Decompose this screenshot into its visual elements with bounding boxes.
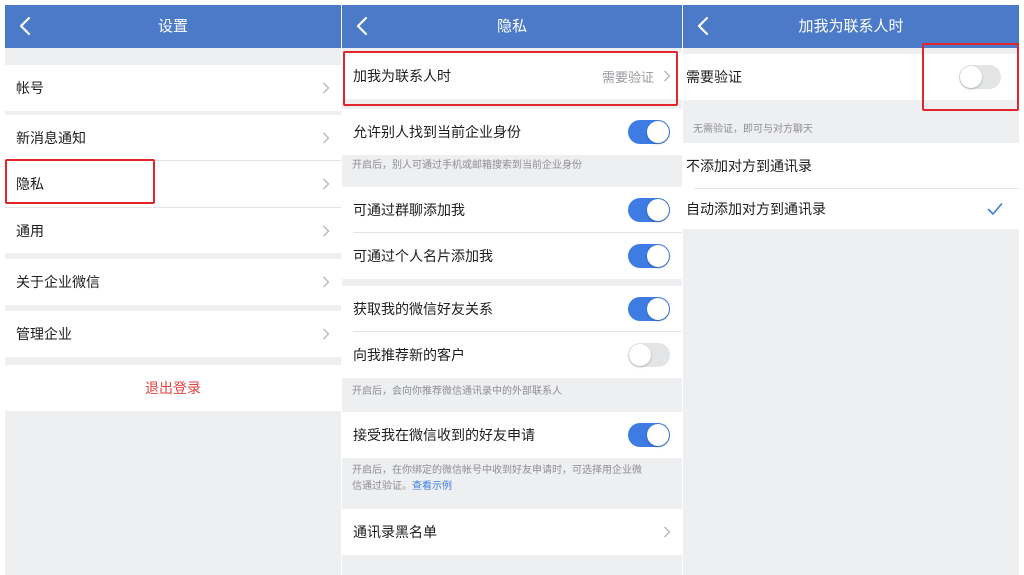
checkmark-icon [987, 202, 1003, 216]
settings-item-label: 新消息通知 [16, 131, 86, 147]
option-label: 自动添加对方到通讯录 [686, 202, 826, 218]
accept-note-line2: 信通过验证。 [352, 481, 412, 492]
add-me-label: 加我为联系人时 [353, 69, 451, 85]
option-label: 不添加对方到通讯录 [686, 159, 812, 175]
find-identity-toggle[interactable] [628, 120, 670, 144]
toggle-knob [629, 344, 651, 366]
chevron-right-icon [322, 178, 330, 190]
find-identity-row: 允许别人找到当前企业身份 [342, 109, 682, 155]
recommend-customers-label: 向我推荐新的客户 [353, 348, 465, 364]
chevron-left-icon [697, 17, 709, 35]
wechat-friends-toggle[interactable] [628, 297, 670, 321]
accept-note-line1: 开启后，在你绑定的微信帐号中收到好友申请时，可选择用企业微 [352, 465, 642, 476]
view-example-link[interactable]: 查看示例 [412, 481, 452, 492]
logout-label: 退出登录 [145, 381, 201, 397]
chevron-left-icon [356, 17, 368, 35]
settings-item-privacy[interactable]: 隐私 [5, 161, 341, 207]
add-via-card-toggle[interactable] [628, 244, 670, 268]
chevron-right-icon [663, 70, 671, 82]
toggle-knob [647, 199, 669, 221]
settings-item-about[interactable]: 关于企业微信 [5, 259, 341, 305]
add-via-card-row: 可通过个人名片添加我 [342, 233, 682, 279]
chevron-right-icon [322, 225, 330, 237]
chevron-right-icon [322, 132, 330, 144]
recommend-customers-row: 向我推荐新的客户 [342, 332, 682, 378]
settings-item-label: 帐号 [16, 81, 44, 97]
find-identity-label: 允许别人找到当前企业身份 [353, 125, 521, 141]
accept-requests-toggle[interactable] [628, 423, 670, 447]
blacklist-label: 通讯录黑名单 [353, 525, 437, 541]
add-contact-navbar: 加我为联系人时 [683, 5, 1019, 48]
logout-button[interactable]: 退出登录 [5, 365, 341, 411]
back-button[interactable] [693, 14, 713, 38]
add-me-as-contact-row[interactable]: 加我为联系人时 需要验证 [342, 53, 682, 99]
settings-item-manage-enterprise[interactable]: 管理企业 [5, 311, 341, 357]
recommend-customers-toggle[interactable] [628, 343, 670, 367]
settings-item-label: 关于企业微信 [16, 275, 100, 291]
back-button[interactable] [352, 14, 372, 38]
find-identity-note: 开启后，别人可通过手机或邮箱搜索到当前企业身份 [352, 160, 582, 171]
toggle-knob [647, 121, 669, 143]
add-me-value: 需要验证 [601, 70, 654, 86]
back-button[interactable] [15, 14, 35, 38]
option-auto-add-to-contacts[interactable]: 自动添加对方到通讯录 [683, 189, 1019, 229]
chevron-right-icon [322, 82, 330, 94]
option-no-add-to-contacts[interactable]: 不添加对方到通讯录 [683, 143, 1019, 189]
page-title: 隐私 [496, 17, 527, 35]
privacy-navbar: 隐私 [342, 5, 682, 48]
wechat-friends-row: 获取我的微信好友关系 [342, 286, 682, 332]
settings-item-label: 通用 [16, 223, 44, 240]
settings-navbar: 设置 [5, 5, 341, 48]
require-verification-toggle[interactable] [959, 65, 1001, 89]
settings-screen: 设置 帐号 新消息通知 隐私 通用 关于企业微信 管理企业 退出登录 [5, 5, 341, 575]
toggle-knob [647, 424, 669, 446]
settings-item-label: 隐私 [16, 177, 44, 193]
section-header: 无需验证，即可与对方聊天 [693, 124, 813, 135]
privacy-screen: 隐私 加我为联系人时 需要验证 允许别人找到当前企业身份 开启后，别人可通过手机… [342, 5, 682, 575]
require-verification-row: 需要验证 [683, 54, 1019, 100]
toggle-knob [647, 245, 669, 267]
wechat-friends-label: 获取我的微信好友关系 [353, 302, 493, 318]
add-via-group-label: 可通过群聊添加我 [353, 203, 465, 219]
toggle-knob [647, 298, 669, 320]
chevron-right-icon [322, 276, 330, 288]
add-via-group-row: 可通过群聊添加我 [342, 187, 682, 233]
page-title: 加我为联系人时 [798, 17, 904, 35]
accept-requests-label: 接受我在微信收到的好友申请 [353, 428, 535, 444]
accept-requests-row: 接受我在微信收到的好友申请 [342, 412, 682, 458]
settings-item-label: 管理企业 [16, 327, 72, 343]
toggle-knob [960, 66, 982, 88]
settings-item-notifications[interactable]: 新消息通知 [5, 115, 341, 161]
require-verification-label: 需要验证 [686, 70, 742, 86]
recommend-note: 开启后，会向你推荐微信通讯录中的外部联系人 [352, 386, 562, 397]
accept-requests-note: 开启后，在你绑定的微信帐号中收到好友申请时，可选择用企业微 信通过验证。查看示例 [352, 463, 672, 495]
add-contact-screen: 加我为联系人时 需要验证 无需验证，即可与对方聊天 不添加对方到通讯录 自动添加… [683, 5, 1019, 575]
chevron-right-icon [663, 526, 671, 538]
page-title: 设置 [157, 17, 188, 35]
add-via-group-toggle[interactable] [628, 198, 670, 222]
chevron-left-icon [19, 17, 31, 35]
chevron-right-icon [322, 328, 330, 340]
blacklist-row[interactable]: 通讯录黑名单 [342, 509, 682, 555]
add-via-card-label: 可通过个人名片添加我 [353, 249, 493, 265]
settings-item-account[interactable]: 帐号 [5, 65, 341, 111]
settings-item-general[interactable]: 通用 [5, 207, 341, 253]
